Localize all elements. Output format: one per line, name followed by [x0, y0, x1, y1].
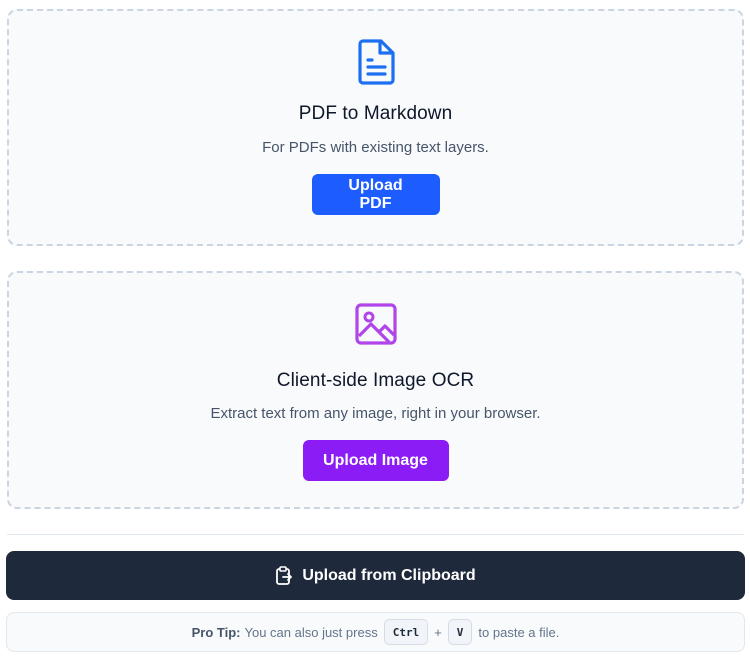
divider — [7, 534, 744, 535]
pro-tip-text: You can also just press — [244, 624, 378, 640]
upload-pdf-button[interactable]: Upload PDF — [311, 174, 440, 215]
image-ocr-card: Client-side Image OCR Extract text from … — [7, 271, 744, 509]
pro-tip-label: Pro Tip: — [191, 624, 241, 640]
pdf-upload-card: PDF to Markdown For PDFs with existing t… — [7, 9, 744, 246]
pro-tip-bar: Pro Tip: You can also just press Ctrl + … — [6, 612, 745, 652]
kbd-v: V — [447, 619, 473, 645]
image-card-description: Extract text from any image, right in yo… — [210, 405, 541, 422]
pdf-card-description: For PDFs with existing text layers. — [262, 139, 489, 156]
upload-from-clipboard-button[interactable]: Upload from Clipboard — [6, 551, 745, 600]
kbd-ctrl: Ctrl — [383, 619, 429, 645]
document-text-icon — [356, 38, 396, 86]
image-icon — [354, 302, 398, 346]
clipboard-paste-icon — [275, 565, 293, 586]
clipboard-button-label: Upload from Clipboard — [302, 566, 476, 584]
kbd-plus: + — [434, 624, 442, 640]
upload-image-button[interactable]: Upload Image — [302, 440, 449, 481]
pdf-card-title: PDF to Markdown — [298, 103, 453, 124]
pro-tip-text-after: to paste a file. — [478, 624, 560, 640]
image-card-title: Client-side Image OCR — [276, 370, 475, 391]
